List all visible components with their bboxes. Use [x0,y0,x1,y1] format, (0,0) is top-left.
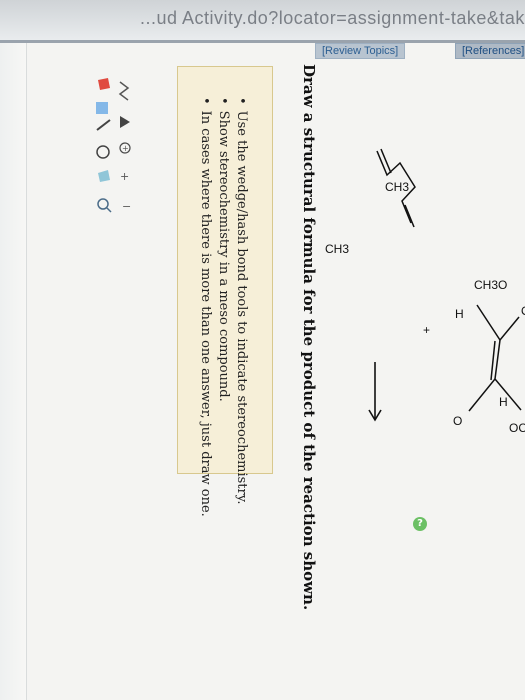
zoom-icon[interactable] [97,198,112,213]
svg-text:+: + [120,170,129,183]
methoxy-label: CH3O [474,278,507,292]
charge-icon[interactable]: + [119,142,131,154]
instruction-item: Use the wedge/hash bond tools to indicat… [234,97,249,505]
svg-text:+: + [122,144,129,153]
dienophile-structure: CH3O O H H O OCH3 [453,278,525,435]
plus-icon[interactable]: + [120,170,129,183]
line-icon[interactable] [96,119,111,131]
carbonyl-oxygen: O [453,414,462,428]
template-icon[interactable] [98,170,110,182]
carbonyl-oxygen: O [521,304,525,318]
methyl-label: CH3 [325,242,349,256]
left-border [0,43,27,700]
instruction-item: In cases where there is more than one an… [198,97,213,517]
chain-icon[interactable] [118,81,130,101]
pen-icon[interactable] [98,78,110,90]
diene-structure: CH3 CH3 [325,148,416,256]
instructions-panel: Use the wedge/hash bond tools to indicat… [177,66,427,531]
plus-sign: + [423,323,430,337]
svg-text:−: − [122,200,131,213]
hydrogen-label: H [455,307,464,321]
review-topics-link[interactable]: [Review Topics] [315,43,406,59]
methoxy-label: OCH3 [509,421,525,435]
hydrogen-label: H [499,395,508,409]
methyl-label: CH3 [385,180,409,194]
eraser-icon[interactable] [96,102,108,114]
browser-url-band: ...ud Activity.do?locator=assignment-tak… [0,0,525,40]
reaction-scheme: CH3 CH3 + CH3O O H H O OCH3 [325,148,525,435]
stereochemistry-icon[interactable] [120,116,130,128]
hint-icon[interactable]: ? [413,517,427,531]
drawing-toolbar[interactable]: + + − [90,70,160,270]
instruction-item: Show stereochemistry in a meso compound. [216,97,231,402]
minus-icon[interactable]: − [122,200,131,213]
reaction-arrow [368,362,382,422]
activity-url-text: ...ud Activity.do?locator=assignment-tak… [140,8,525,28]
ring-icon[interactable] [96,145,110,159]
references-link[interactable]: [References] [455,43,525,59]
header-divider [0,40,525,43]
